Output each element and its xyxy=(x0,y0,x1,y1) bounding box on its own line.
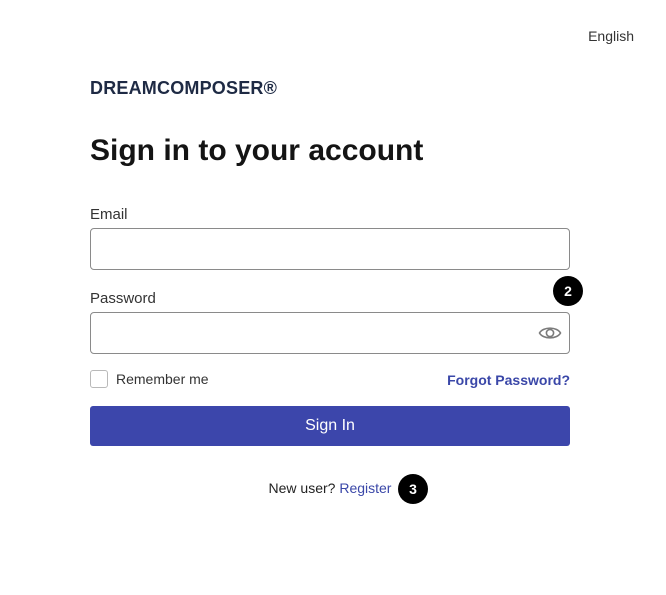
brand-logo-text: DREAMCOMPOSER® xyxy=(90,78,278,98)
remember-me-checkbox[interactable] xyxy=(90,370,108,388)
email-label: Email xyxy=(90,206,128,223)
sign-in-button[interactable]: Sign In xyxy=(90,406,570,446)
password-label: Password xyxy=(90,290,156,307)
language-selector[interactable]: English xyxy=(588,28,634,44)
remember-me-label: Remember me xyxy=(116,371,209,387)
password-field[interactable] xyxy=(90,312,570,354)
email-field[interactable] xyxy=(90,228,570,270)
register-link[interactable]: Register xyxy=(339,480,391,496)
new-user-text: New user? xyxy=(268,480,336,496)
eye-icon[interactable] xyxy=(538,322,562,344)
forgot-password-link[interactable]: Forgot Password? xyxy=(447,372,570,388)
page-title: Sign in to your account xyxy=(90,134,424,167)
annotation-marker-2: 2 xyxy=(553,276,583,306)
register-prompt: New user? Register xyxy=(0,480,660,496)
annotation-marker-3: 3 xyxy=(398,474,428,504)
remember-me[interactable]: Remember me xyxy=(90,370,209,388)
